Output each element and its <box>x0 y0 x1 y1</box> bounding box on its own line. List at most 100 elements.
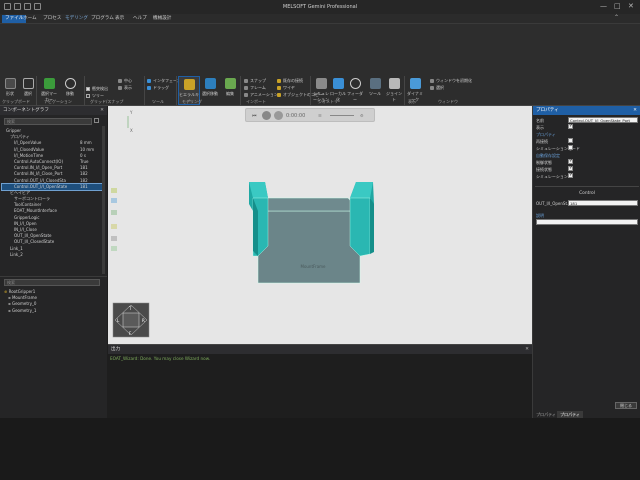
option-existing-connection[interactable]: 既存の接続 <box>277 78 303 84</box>
menu-view[interactable]: 表示 <box>112 15 127 23</box>
properties-panel: プロパティ ✕ 名前 Control.OUT_I/I_OpenState_Port… <box>532 106 640 418</box>
wizard-icon <box>409 78 421 89</box>
mount-frame-top <box>257 197 361 212</box>
section2-label: 自動保存設定 <box>536 153 560 158</box>
ribbon-edit-button[interactable]: 編集 <box>222 78 238 97</box>
ribbon: 形状 選択 選択マーカー 移動 衝突検出 ツリー 中心 表示 インタフェース ド… <box>0 24 640 106</box>
view-tool-icon[interactable] <box>111 210 117 215</box>
menu-home[interactable]: ホーム <box>20 15 40 23</box>
menu-modeling[interactable]: モデリング <box>62 15 91 23</box>
close-icon[interactable]: ✕ <box>525 345 529 354</box>
option-reset-window[interactable]: ウィンドウを初期化 <box>430 78 472 84</box>
feeder-icon <box>315 78 327 89</box>
group-clipboard: クリップボード <box>2 99 30 104</box>
option-center[interactable]: 中心 <box>118 78 132 84</box>
paste-icon <box>4 78 16 89</box>
option-select[interactable]: 選択 <box>430 85 444 91</box>
tree-item-label: Control.OUT_I/I_ClosedSta <box>14 177 66 183</box>
speed-icon[interactable]: ☰ <box>318 113 322 118</box>
control-state-checkbox[interactable] <box>568 158 573 164</box>
select-move-icon <box>204 78 216 89</box>
component-graph-panel: コンポーネントグラフ ✕ 検索 Gripper プロパティ I/I_OpenValue… <box>0 106 107 276</box>
settings-icon[interactable]: ⚙ <box>360 113 364 118</box>
tree-item-label: I/I_OpenValue <box>14 140 42 146</box>
ribbon-select-button[interactable]: 選択 <box>20 78 36 97</box>
tree-item[interactable]: Link_2 <box>2 252 104 258</box>
tree-item-label: サーボコントローラ <box>14 196 50 202</box>
ribbon-dynamic-button[interactable]: ツール <box>366 78 384 97</box>
select-icon <box>22 78 34 89</box>
nav-top-label[interactable]: T <box>128 306 132 311</box>
simulation-checkbox[interactable] <box>568 172 573 178</box>
tree-item-label: Link_2 <box>10 251 23 257</box>
pause-icon[interactable] <box>274 111 283 120</box>
menu-process[interactable]: プロセス <box>40 15 64 23</box>
option-snap[interactable]: スナップ <box>244 78 266 84</box>
tree-item[interactable]: ▪ Geometry_1 <box>2 308 102 314</box>
port-field[interactable]: 181 <box>568 200 638 206</box>
nav-right-label[interactable]: R <box>142 318 145 323</box>
minimize-icon[interactable]: — <box>600 2 607 10</box>
tab-properties-1[interactable]: プロパティ <box>535 411 557 418</box>
play-icon[interactable] <box>262 111 271 120</box>
component-graph-header: コンポーネントグラフ ✕ <box>0 106 107 115</box>
tree-item-label: ToolContainer <box>14 202 42 208</box>
filter-icon[interactable] <box>94 118 99 123</box>
view-tool-icon[interactable] <box>111 236 117 241</box>
name-label: 名前 <box>536 118 544 123</box>
ribbon-shape-button[interactable]: 形状 <box>2 78 18 97</box>
speed-slider[interactable] <box>330 115 354 116</box>
tree-item-label: IN_I/I_Open <box>14 220 37 226</box>
svg-text:X: X <box>130 128 133 133</box>
component-tree: Gripper プロパティ I/I_OpenValue 8 mm I/I_ClosedV… <box>1 128 105 258</box>
view-tool-icon[interactable] <box>111 246 117 251</box>
option-frame[interactable]: フレーム <box>244 85 266 91</box>
view-tool-icon[interactable] <box>111 198 117 203</box>
tab-properties-2[interactable]: プロパティ <box>557 411 583 418</box>
window-title: MELSOFT Gemini Professional <box>282 4 358 10</box>
tree-item-label: OUT_I/I_ClosedState <box>14 239 55 245</box>
simulation-label: シミュレーション <box>536 174 568 179</box>
option-drag[interactable]: ドラッグ <box>147 85 169 91</box>
menu-help[interactable]: ヘルプ <box>130 15 150 23</box>
close-icon[interactable]: ✕ <box>628 2 634 10</box>
close-button[interactable]: 閉じる <box>615 402 637 409</box>
3d-viewport[interactable]: Y X MountFrame T L R F <box>108 106 532 344</box>
ribbon-select-move-button[interactable]: 選択移動 <box>202 78 218 97</box>
option-display[interactable]: 表示 <box>118 85 132 91</box>
simulation-mode-checkbox[interactable] <box>568 145 573 150</box>
tree-item-label: ビヘイビア <box>10 189 30 195</box>
ribbon-properties-button[interactable]: ジョイント <box>386 78 402 103</box>
ribbon-move-button[interactable]: 移動 <box>62 78 78 97</box>
tree-item-label: GripperLogic <box>14 214 40 220</box>
component-search-input[interactable]: 検索 <box>4 118 92 125</box>
maximize-icon[interactable]: □ <box>614 2 621 10</box>
option-collision[interactable]: 衝突検出 <box>86 86 108 92</box>
ribbon-joint-button[interactable]: フィーダー <box>346 78 364 103</box>
tree-item-label: I/I_MotionTime <box>14 152 44 158</box>
gripper-model[interactable]: MountFrame <box>249 182 374 284</box>
geometry-search-input[interactable]: 検索 <box>4 279 100 286</box>
description-field[interactable] <box>536 219 638 225</box>
view-tool-icon[interactable] <box>111 188 117 193</box>
output-message: EOAT_Wizard: Done. You may close Wizard … <box>110 356 211 361</box>
view-tool-icon[interactable] <box>111 224 117 229</box>
close-icon[interactable]: ✕ <box>633 106 637 115</box>
ribbon-collapse-icon[interactable]: ⌃ <box>614 14 619 21</box>
reset-icon[interactable]: ⏮ <box>252 113 257 119</box>
tree-item-label: Control.AutoConnect(IO) <box>14 158 64 164</box>
visible-checkbox[interactable] <box>568 123 573 129</box>
connection-state-checkbox[interactable] <box>568 165 573 171</box>
title-bar: MELSOFT Gemini Professional — □ ✕ <box>0 0 640 14</box>
tree-item-label: Control.IN_I/I_Open_Port <box>14 165 63 171</box>
navigation-cube[interactable]: T L R F <box>112 302 150 338</box>
option-wire[interactable]: ワイヤ <box>277 85 295 91</box>
close-icon[interactable]: ✕ <box>100 106 104 115</box>
menu-mechanical[interactable]: 機械設計 <box>150 15 174 23</box>
name-field[interactable]: Control.OUT_I/I_OpenState_Port <box>568 117 638 123</box>
scrollbar[interactable] <box>102 126 105 274</box>
group-window: ウィンドウ <box>438 99 458 104</box>
object-label: MountFrame <box>301 264 327 269</box>
reconnect-checkbox[interactable] <box>568 138 573 143</box>
option-animation[interactable]: アニメーション <box>244 92 278 98</box>
